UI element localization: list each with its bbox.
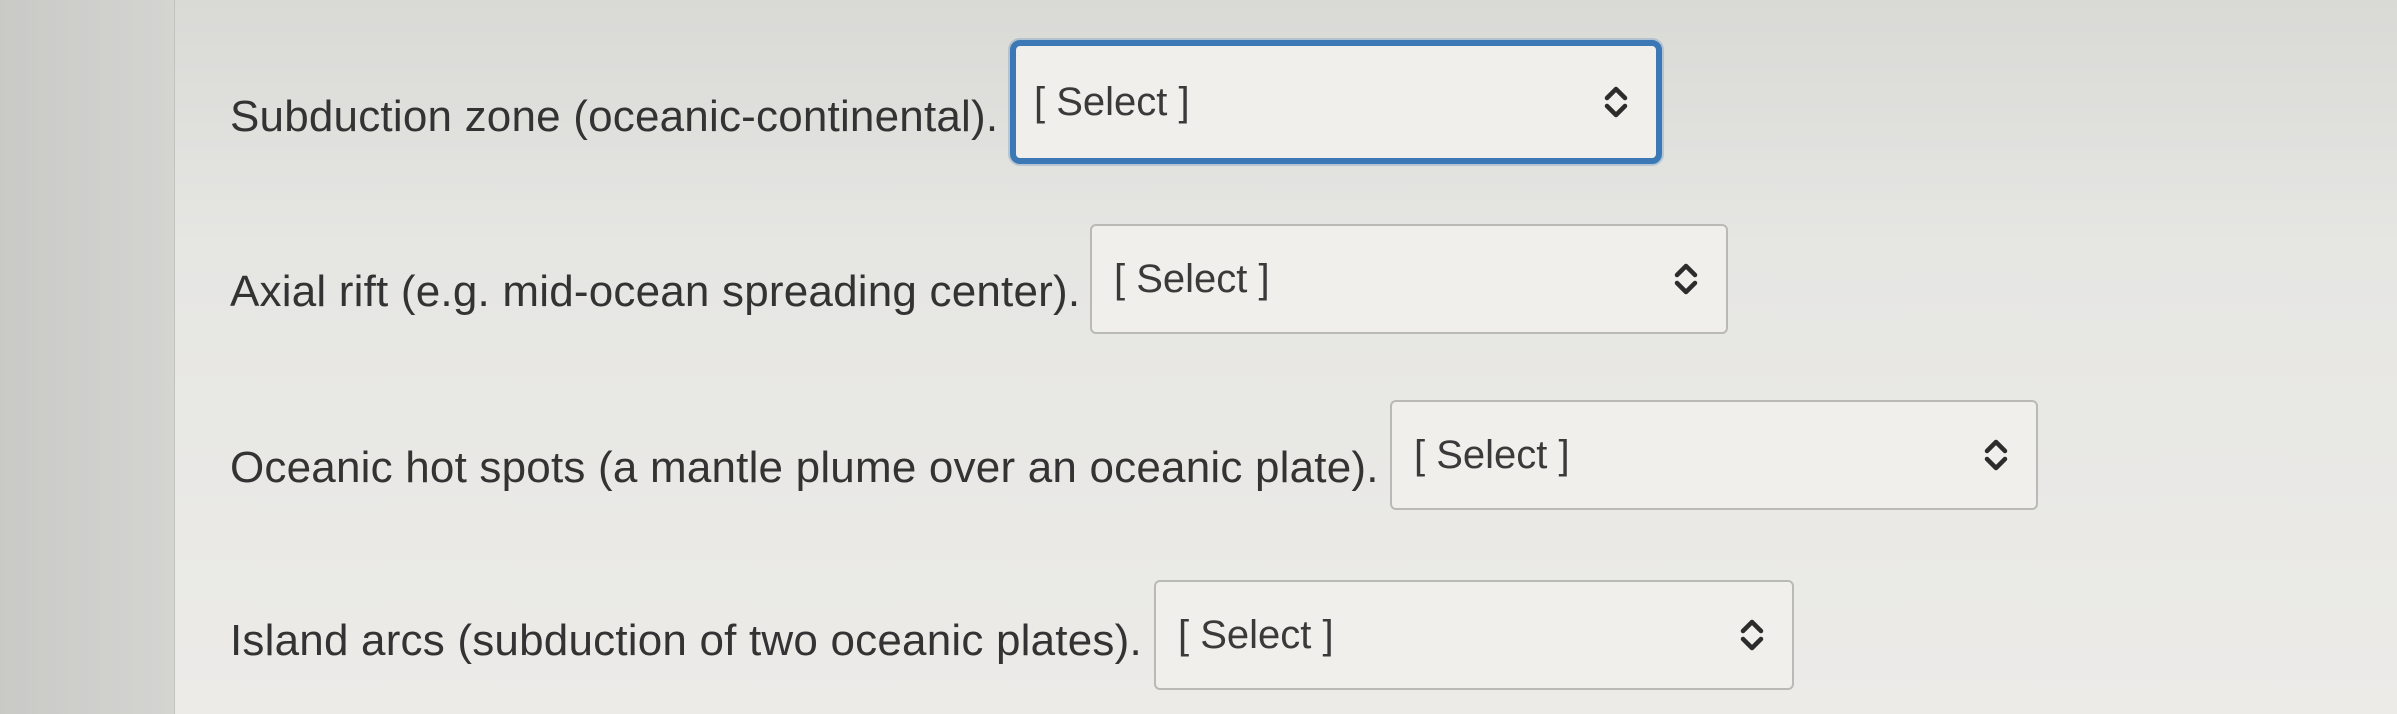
- question-label: Axial rift (e.g. mid-ocean spreading cen…: [230, 267, 1081, 316]
- select-value: [ Select ]: [1414, 432, 1570, 477]
- chevron-up-down-icon: [1740, 619, 1764, 651]
- answer-select-island-arcs[interactable]: [ Select ]: [1154, 580, 1794, 690]
- select-value: [ Select ]: [1034, 79, 1190, 124]
- question-label: Island arcs (subduction of two oceanic p…: [230, 616, 1142, 665]
- chevron-up-down-icon: [1604, 86, 1628, 118]
- question-row-island-arcs: Island arcs (subduction of two oceanic p…: [230, 586, 1142, 696]
- select-value: [ Select ]: [1114, 256, 1270, 301]
- answer-select-axial-rift[interactable]: [ Select ]: [1090, 224, 1728, 334]
- select-value: [ Select ]: [1178, 612, 1334, 657]
- question-row-oceanic-hot-spots: Oceanic hot spots (a mantle plume over a…: [230, 413, 1379, 523]
- answer-select-subduction-zone[interactable]: [ Select ]: [1010, 40, 1662, 164]
- chevron-up-down-icon: [1674, 263, 1698, 295]
- question-label: Subduction zone (oceanic-continental).: [230, 92, 999, 141]
- answer-select-oceanic-hot-spots[interactable]: [ Select ]: [1390, 400, 2038, 510]
- question-label: Oceanic hot spots (a mantle plume over a…: [230, 443, 1379, 492]
- left-margin-panel: [0, 0, 175, 714]
- question-row-axial-rift: Axial rift (e.g. mid-ocean spreading cen…: [230, 237, 1080, 347]
- question-row-subduction-zone: Subduction zone (oceanic-continental).: [230, 62, 998, 172]
- chevron-up-down-icon: [1984, 439, 2008, 471]
